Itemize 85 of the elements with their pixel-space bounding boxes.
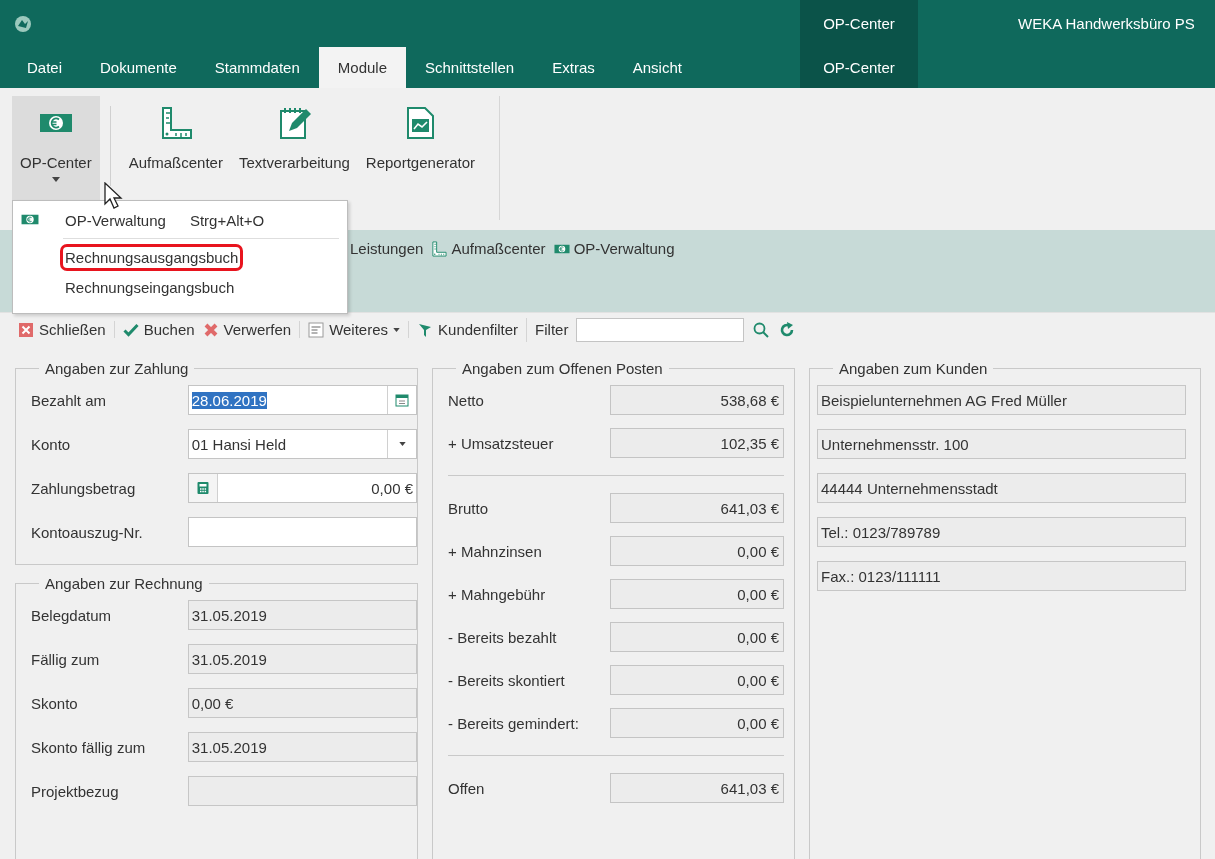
amount-field: 0,00 € (610, 622, 784, 652)
amount-field: 0,00 € (610, 536, 784, 566)
menu-tab[interactable]: Extras (533, 47, 614, 88)
readonly-field: 31.05.2019 (187, 600, 417, 630)
readonly-field: Beispielunternehmen AG Fred Müller (817, 385, 1186, 415)
field-label: - Bereits gemindert: (448, 714, 580, 732)
toolbar-button[interactable]: Kundenfilter (417, 321, 519, 338)
readonly-field: 31.05.2019 (187, 732, 417, 762)
amount-field: 641,03 € (610, 773, 784, 803)
field-label: Bezahlt am (31, 391, 108, 409)
toolbar-button[interactable]: Weiteres (308, 321, 401, 338)
caret-icon (393, 327, 401, 332)
ribbon-button[interactable]: OP-Center (12, 96, 100, 200)
calculator-icon (195, 481, 210, 495)
readonly-field: Unternehmensstr. 100 (817, 429, 1186, 459)
toolbar-button[interactable]: Schließen (18, 321, 106, 338)
amount-field: 538,68 € (610, 385, 784, 415)
readonly-field: 0,00 € (187, 688, 417, 718)
amount-field: 0,00 € (610, 665, 784, 695)
readonly-field: Tel.: 0123/789789 (817, 517, 1186, 547)
menu-tab[interactable]: Ansicht (613, 47, 701, 88)
window-title: WEKA Handwerksbüro PS (1017, 14, 1195, 34)
field-label: + Mahnzinsen (448, 542, 543, 560)
amount-field: 102,35 € (610, 428, 784, 458)
group-title: Angaben zum Kunden (838, 360, 989, 377)
field-label: + Umsatzsteuer (448, 434, 555, 452)
app-logo-icon (14, 14, 32, 33)
ribbon-button[interactable]: Reportgenerator (357, 96, 484, 200)
field-label: - Bereits skontiert (448, 671, 566, 689)
menu-tab[interactable]: Stammdaten (195, 47, 319, 88)
menu-tab[interactable]: Dokumente (81, 47, 196, 88)
ribbon-button[interactable]: Aufmaßcenter (120, 96, 231, 200)
field-label: Skonto fällig zum (31, 738, 147, 756)
notepad-pen-icon (277, 106, 312, 140)
readonly-field: Fax.: 0123/111111 (817, 561, 1186, 591)
group-title: Angaben zur Zahlung (44, 360, 190, 377)
amount-field: 0,00 € (610, 579, 784, 609)
checkmark-icon (122, 321, 139, 338)
filter-label: Filter (535, 321, 569, 338)
input-field[interactable] (187, 517, 417, 547)
field-label: Brutto (448, 499, 490, 517)
field-label: Projektbezug (31, 782, 120, 800)
cross-icon (202, 321, 219, 338)
field-label: Skonto (31, 694, 79, 712)
amount-field: 0,00 € (610, 708, 784, 738)
quick-link[interactable]: Aufmaßcenter (431, 236, 546, 261)
menu-item[interactable]: Rechnungsausgangsbuch (13, 242, 347, 272)
close-icon (18, 321, 34, 338)
search-icon[interactable] (752, 320, 771, 339)
field-label: Zahlungsbetrag (31, 479, 137, 497)
field-label: Netto (448, 391, 485, 409)
readonly-field: 44444 Unternehmensstadt (817, 473, 1186, 503)
context-group-title: OP-Center (800, 0, 918, 47)
menu-tab[interactable]: Module (318, 47, 406, 88)
amount-field: 641,03 € (610, 493, 784, 523)
quick-link[interactable]: Leistungen (350, 236, 424, 261)
filter-field[interactable] (576, 317, 745, 342)
menu-item[interactable]: OP-Verwaltung Strg+Alt+O (13, 205, 347, 235)
menu-tab[interactable]: OP-Center (800, 47, 918, 88)
field-label: Offen (448, 779, 486, 797)
group-title: Angaben zur Rechnung (44, 575, 204, 592)
menu-tab[interactable]: Schnittstellen (406, 47, 534, 88)
banknote-icon (21, 213, 39, 226)
ruler-icon (431, 240, 448, 257)
field-label: Kontoauszug-Nr. (31, 523, 144, 541)
amount-field[interactable]: 0,00 € (187, 473, 417, 503)
field-label: + Mahngebühr (448, 585, 547, 603)
readonly-field: 31.05.2019 (187, 644, 417, 674)
ribbon-button[interactable]: Textverarbeitung (230, 96, 358, 200)
form-icon (308, 321, 325, 338)
menu-item[interactable]: Rechnungseingangsbuch (13, 272, 347, 302)
calendar-icon (395, 393, 409, 407)
quick-link[interactable]: OP-Verwaltung (553, 236, 675, 261)
group-title: Angaben zum Offenen Posten (461, 360, 664, 377)
date-field[interactable]: 28.06.2019 (187, 385, 417, 415)
field-label: Fällig zum (31, 650, 101, 668)
toolbar-button[interactable]: Verwerfen (202, 321, 292, 338)
shortcut-label: Strg+Alt+O (189, 211, 265, 229)
caret-icon (398, 442, 406, 446)
toolbar-button[interactable]: Buchen (122, 321, 195, 338)
field-label: Konto (31, 435, 72, 453)
dropdown-field[interactable]: 01 Hansi Held (187, 429, 417, 459)
field-label: Belegdatum (31, 606, 113, 624)
menu-tab[interactable]: Datei (8, 47, 82, 88)
field-label: - Bereits bezahlt (448, 628, 558, 646)
